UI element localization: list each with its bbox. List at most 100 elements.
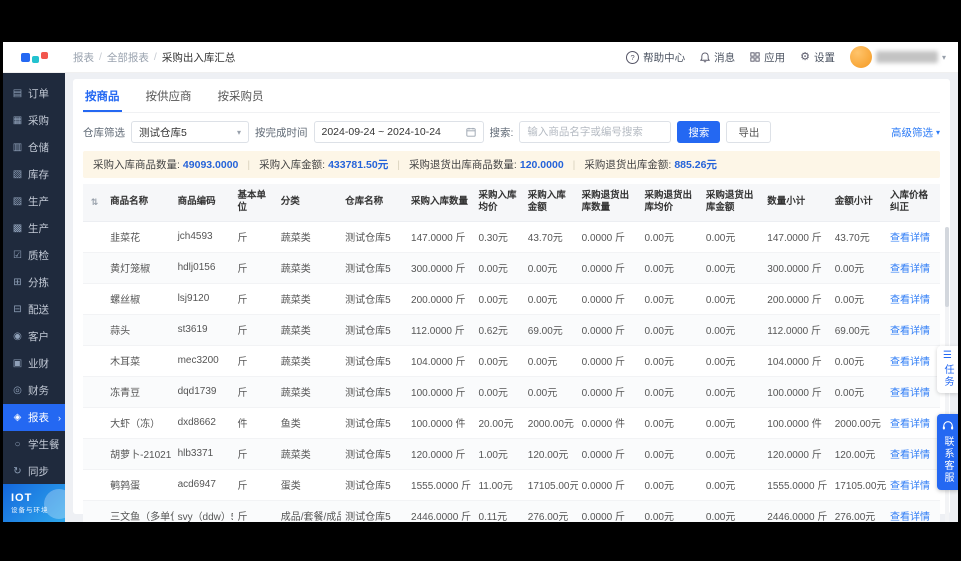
- cell: 0.00元: [702, 407, 763, 438]
- customer-service-float-button[interactable]: 联系客服: [937, 414, 958, 490]
- cell: 0.00元: [524, 376, 578, 407]
- iot-logo-title: IOT: [11, 492, 65, 504]
- action-cell: 查看详情: [886, 221, 940, 252]
- row-expand-cell[interactable]: [83, 283, 106, 314]
- production2-icon: ▩: [12, 223, 23, 234]
- view-details-link[interactable]: 查看详情: [890, 388, 930, 399]
- sidebar-item-10[interactable]: ▣业财: [3, 350, 65, 377]
- cell: 0.00元: [702, 221, 763, 252]
- expand-all-header[interactable]: ⇅: [83, 184, 106, 221]
- cell: 大虾（冻）: [106, 407, 173, 438]
- cell: 斤: [233, 469, 276, 500]
- sidebar-item-1[interactable]: ▦采购: [3, 107, 65, 134]
- sidebar-item-0[interactable]: ▤订单: [3, 80, 65, 107]
- tab-1[interactable]: 按供应商: [144, 81, 194, 112]
- row-expand-cell[interactable]: [83, 500, 106, 522]
- iot-logo: IOT 设备与环境: [3, 484, 65, 522]
- cell: 成品/套餐/成品: [277, 500, 341, 522]
- cell: 104.0000 斤: [407, 345, 474, 376]
- view-details-link[interactable]: 查看详情: [890, 481, 930, 492]
- messages-label: 消息: [714, 50, 735, 65]
- cell: 0.00元: [831, 345, 886, 376]
- settings-button[interactable]: ⚙ 设置: [800, 50, 835, 65]
- apps-button[interactable]: 应用: [750, 50, 785, 65]
- view-details-link[interactable]: 查看详情: [890, 357, 930, 368]
- sidebar-item-11[interactable]: ◎财务: [3, 377, 65, 404]
- sidebar-item-14[interactable]: ↻同步: [3, 458, 65, 485]
- cell: dxd8662: [174, 407, 234, 438]
- cell: 斤: [233, 500, 276, 522]
- view-details-link[interactable]: 查看详情: [890, 419, 930, 430]
- sidebar-item-12[interactable]: ◈报表›: [3, 404, 65, 431]
- cell: 147.0000 斤: [763, 221, 830, 252]
- view-details-link[interactable]: 查看详情: [890, 233, 930, 244]
- sidebar-item-8[interactable]: ⊟配送: [3, 296, 65, 323]
- sidebar-item-2[interactable]: ▥仓储: [3, 134, 65, 161]
- help-center-button[interactable]: ? 帮助中心: [626, 50, 685, 65]
- quality-check-icon: ☑: [12, 250, 23, 261]
- user-menu[interactable]: ▾: [850, 46, 946, 68]
- advanced-filter-link[interactable]: 高级筛选 ▾: [891, 125, 940, 140]
- row-expand-cell[interactable]: [83, 407, 106, 438]
- row-expand-cell[interactable]: [83, 469, 106, 500]
- export-button[interactable]: 导出: [726, 121, 771, 143]
- cell: 0.00元: [702, 252, 763, 283]
- cell: 0.00元: [474, 345, 523, 376]
- cell: 120.0000 斤: [763, 438, 830, 469]
- table-row: 三文鱼（多单位）svy（ddw）5980斤成品/套餐/成品测试仓库52446.0…: [83, 500, 940, 522]
- sidebar-item-6[interactable]: ☑质检: [3, 242, 65, 269]
- customer-icon: ◉: [12, 331, 23, 342]
- column-header: 分类: [277, 184, 341, 221]
- breadcrumb-item[interactable]: 采购出入库汇总: [162, 50, 236, 65]
- breadcrumb-item[interactable]: 报表: [73, 50, 94, 65]
- column-header: 入库价格纠正: [886, 184, 940, 221]
- row-expand-cell[interactable]: [83, 376, 106, 407]
- view-details-link[interactable]: 查看详情: [890, 326, 930, 337]
- cell: 测试仓库5: [341, 500, 407, 522]
- sidebar-item-5[interactable]: ▩生产: [3, 215, 65, 242]
- sidebar-item-3[interactable]: ▧库存: [3, 161, 65, 188]
- row-expand-cell[interactable]: [83, 345, 106, 376]
- cell: 螺丝椒: [106, 283, 173, 314]
- cell: 斤: [233, 345, 276, 376]
- cell: 200.0000 斤: [763, 283, 830, 314]
- headset-icon: [942, 420, 954, 432]
- top-right-actions: ? 帮助中心 消息 应用 ⚙ 设置 ▾: [626, 46, 958, 68]
- scrollbar-thumb[interactable]: [945, 227, 949, 307]
- search-button[interactable]: 搜索: [677, 121, 720, 143]
- task-float-button[interactable]: ☰ 任务: [937, 346, 958, 393]
- view-details-link[interactable]: 查看详情: [890, 450, 930, 461]
- row-expand-cell[interactable]: [83, 438, 106, 469]
- cell: 测试仓库5: [341, 438, 407, 469]
- cell: 0.00元: [702, 469, 763, 500]
- sidebar-item-7[interactable]: ⊞分拣: [3, 269, 65, 296]
- sidebar-item-13[interactable]: ○学生餐: [3, 431, 65, 458]
- advanced-filter-label: 高级筛选: [891, 125, 933, 140]
- cell: 鹌鹑蛋: [106, 469, 173, 500]
- tab-2[interactable]: 按采购员: [216, 81, 266, 112]
- cell: 100.0000 件: [407, 407, 474, 438]
- row-expand-cell[interactable]: [83, 252, 106, 283]
- row-expand-cell[interactable]: [83, 221, 106, 252]
- cell: 测试仓库5: [341, 221, 407, 252]
- date-range-input[interactable]: 2024-09-24 ~ 2024-10-24: [314, 121, 484, 143]
- search-input[interactable]: [519, 121, 671, 143]
- view-details-link[interactable]: 查看详情: [890, 264, 930, 275]
- view-details-link[interactable]: 查看详情: [890, 512, 930, 522]
- row-expand-cell[interactable]: [83, 314, 106, 345]
- warehouse-select[interactable]: 测试仓库5 ▾: [131, 121, 249, 143]
- breadcrumb: 报表/全部报表/采购出入库汇总: [73, 50, 235, 65]
- app-frame: 报表/全部报表/采购出入库汇总 ? 帮助中心 消息 应用 ⚙ 设置: [3, 42, 958, 522]
- summary-item: 采购入库金额:433781.50元: [259, 157, 388, 172]
- cell: 300.0000 斤: [407, 252, 474, 283]
- tab-0[interactable]: 按商品: [83, 81, 122, 112]
- cell: 276.00元: [831, 500, 886, 522]
- breadcrumb-item[interactable]: 全部报表: [107, 50, 149, 65]
- sidebar-item-9[interactable]: ◉客户: [3, 323, 65, 350]
- customer-service-label: 联系客服: [940, 436, 955, 484]
- view-details-link[interactable]: 查看详情: [890, 295, 930, 306]
- sidebar-item-label: 采购: [28, 113, 49, 128]
- sidebar-item-4[interactable]: ▨生产: [3, 188, 65, 215]
- column-header: 商品编码: [174, 184, 234, 221]
- messages-button[interactable]: 消息: [700, 50, 735, 65]
